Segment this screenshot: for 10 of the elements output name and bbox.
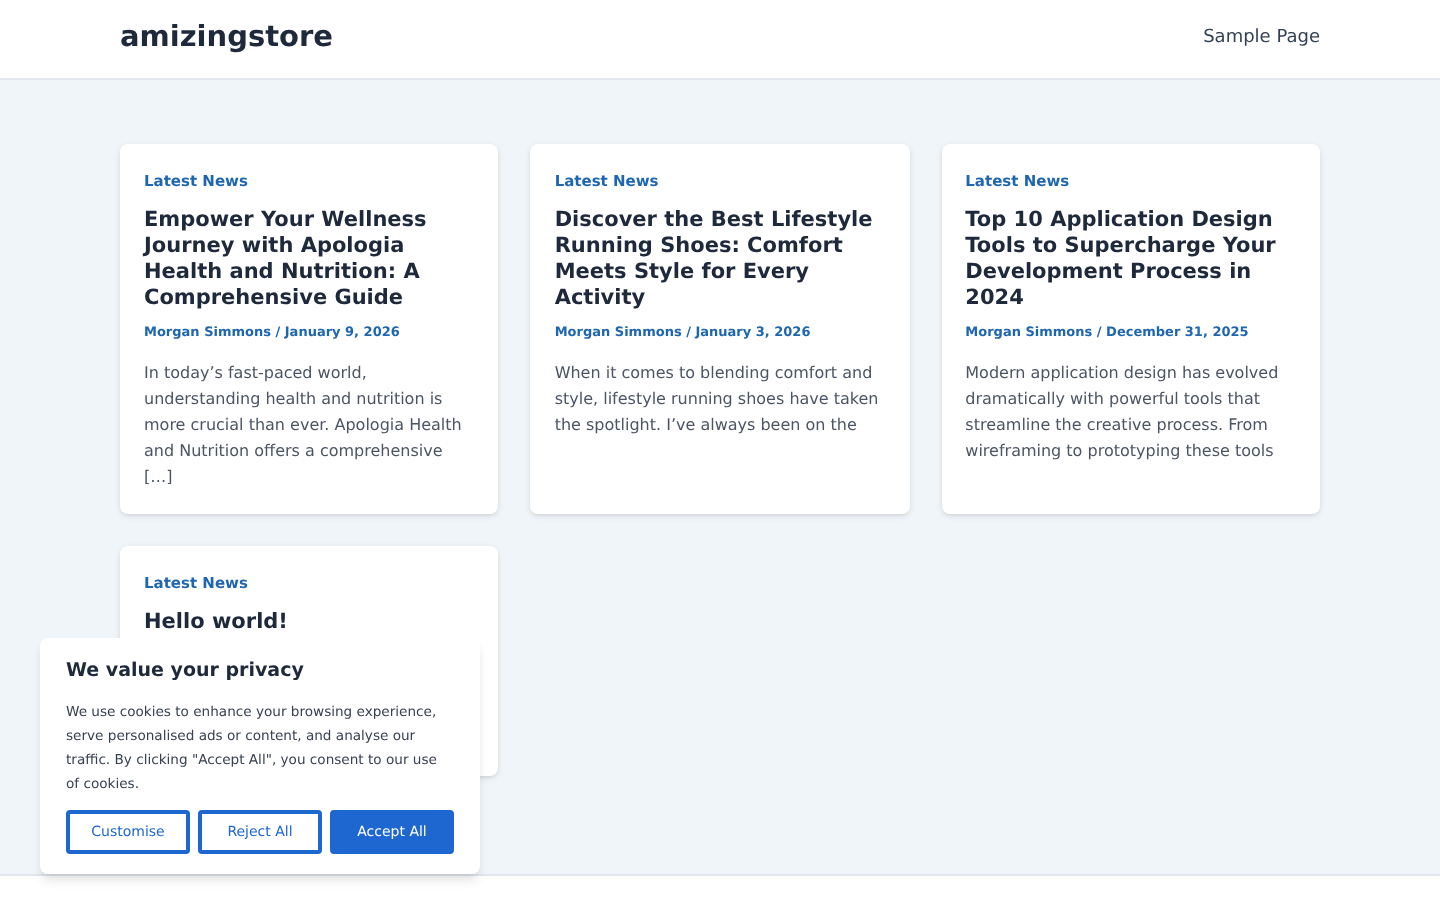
site-title[interactable]: amizingstore: [120, 17, 333, 61]
post-title[interactable]: Empower Your Wellness Journey with Apologia Health and Nutrition: A Comprehensive Guide: [144, 208, 475, 313]
post-title[interactable]: Discover the Best Lifestyle Running Shoes: Comfort Meets Style for Every Activity: [554, 208, 886, 313]
post-excerpt: In today’s fast-paced world, understanding health and nutrition is more crucial than ever. Apologia Health and Nutrition offers a comprehensive […]: [144, 362, 464, 490]
post-excerpt: Modern application design has evolved dramatically with powerful tools that streamline the creative process. From wireframing to prototyping these tools: [965, 362, 1281, 464]
nav-link[interactable]: Sample Page: [1203, 25, 1320, 53]
banner-title: We value your privacy: [66, 658, 306, 686]
post-excerpt: When it comes to blending comfort and style, lifestyle running shoes have taken the spotlight. I’ve always been on the: [554, 362, 881, 438]
post-title[interactable]: Top 10 Application Design Tools to Supercharge Your Development Process in 2024: [965, 208, 1296, 313]
post-title[interactable]: Hello world!: [144, 610, 288, 637]
